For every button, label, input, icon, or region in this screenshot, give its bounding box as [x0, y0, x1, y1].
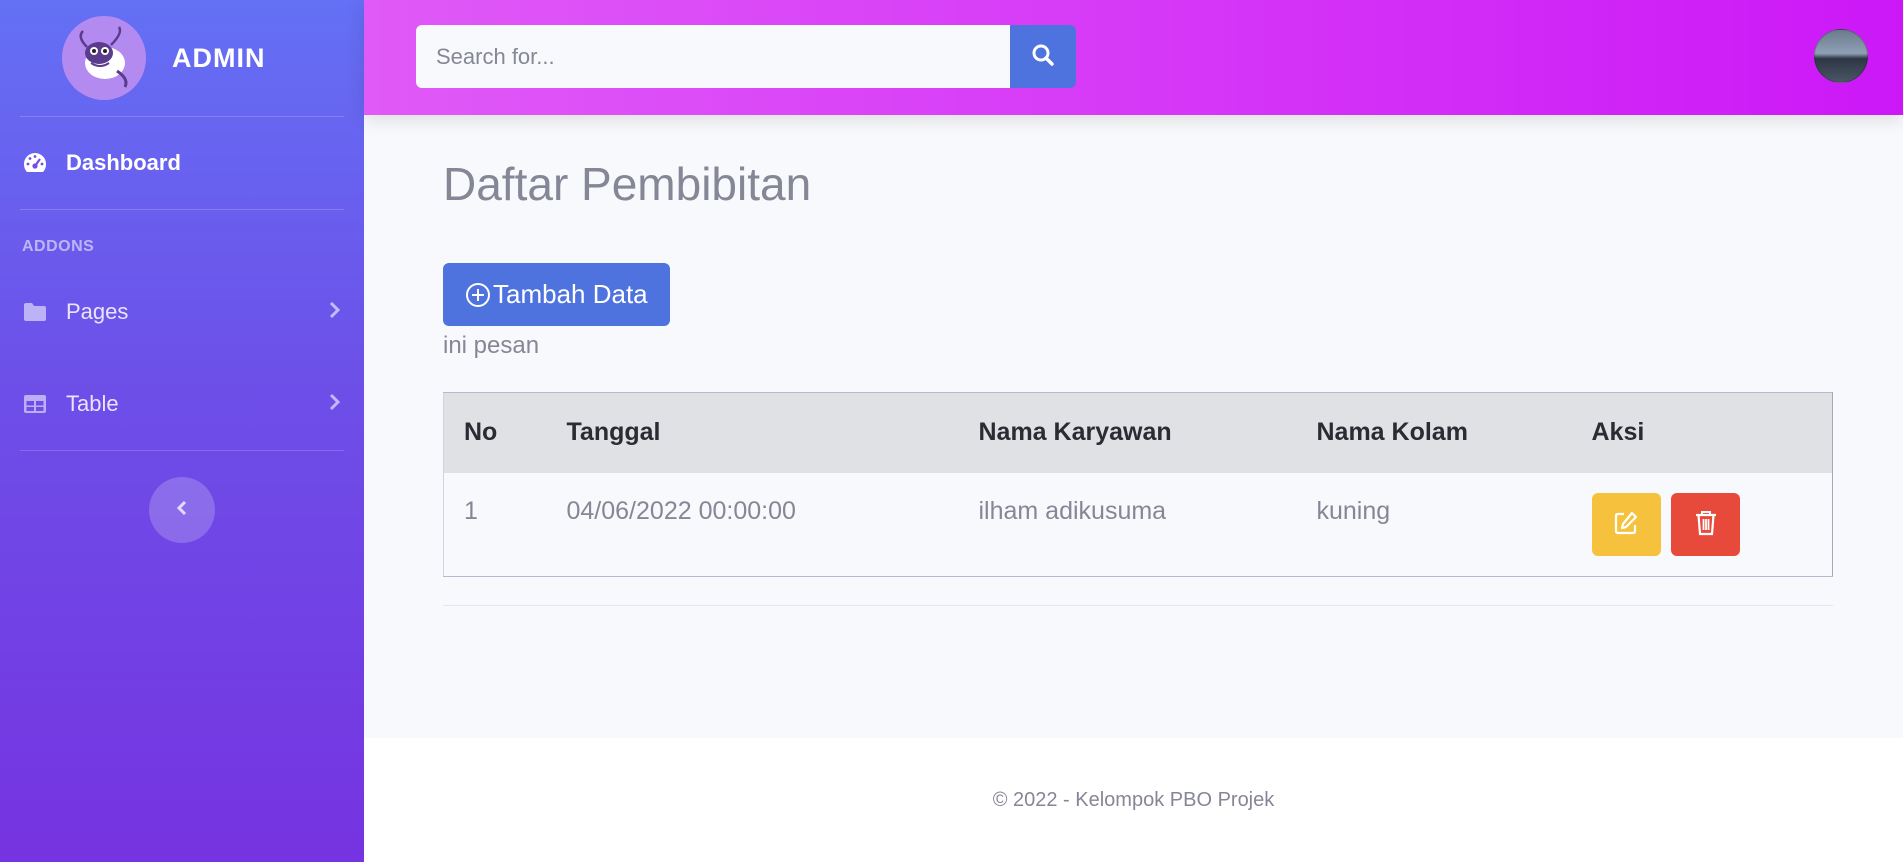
chevron-right-icon — [328, 391, 342, 417]
sidebar-item-table[interactable]: Table — [0, 358, 364, 450]
cell-nama-karyawan: ilham adikusuma — [978, 496, 1167, 525]
folder-icon — [22, 299, 48, 325]
data-table: No Tanggal Nama Karyawan Nama Kolam Aksi… — [443, 392, 1833, 577]
column-header-aksi: Aksi — [1591, 418, 1645, 447]
search-button[interactable] — [1010, 25, 1076, 88]
column-header-nama-karyawan: Nama Karyawan — [978, 418, 1172, 447]
cell-tanggal: 04/06/2022 00:00:00 — [566, 496, 796, 525]
chevron-left-icon — [175, 499, 189, 522]
edit-icon — [1613, 510, 1639, 539]
cell-no: 1 — [464, 496, 478, 525]
sidebar-toggle-button[interactable] — [149, 477, 215, 543]
footer: © 2022 - Kelompok PBO Projek — [364, 738, 1903, 862]
sidebar-brand[interactable]: ADMIN — [0, 0, 364, 116]
column-header-no: No — [464, 418, 498, 447]
add-data-label: Tambah Data — [493, 279, 648, 309]
search-input[interactable] — [416, 25, 1010, 88]
trash-icon — [1694, 510, 1718, 539]
table-row: 1 04/06/2022 00:00:00 ilham adikusuma ku… — [443, 472, 1833, 577]
brand-logo-icon — [62, 16, 146, 100]
cell-nama-kolam: kuning — [1316, 496, 1391, 525]
user-avatar[interactable] — [1814, 29, 1868, 83]
search-bar — [416, 25, 1076, 88]
search-icon — [1031, 43, 1055, 70]
page-title: Daftar Pembibitan — [443, 158, 812, 210]
chevron-right-icon — [328, 299, 342, 325]
footer-copyright: © 2022 - Kelompok PBO Projek — [992, 788, 1275, 811]
delete-button[interactable] — [1671, 492, 1741, 556]
cell-actions — [1572, 473, 1833, 577]
sidebar-divider — [20, 450, 344, 451]
table-icon — [22, 391, 48, 417]
dashboard-gauge-icon — [22, 150, 48, 176]
column-header-nama-kolam: Nama Kolam — [1316, 418, 1468, 447]
edit-button[interactable] — [1591, 492, 1661, 556]
sidebar-item-label: Pages — [66, 299, 129, 324]
plus-circle-icon — [465, 282, 491, 308]
table-header-row: No Tanggal Nama Karyawan Nama Kolam Aksi — [443, 392, 1833, 473]
sidebar-item-dashboard[interactable]: Dashboard — [0, 117, 364, 209]
add-data-button[interactable]: Tambah Data — [443, 263, 670, 326]
content-divider — [443, 605, 1833, 606]
brand-title: ADMIN — [172, 42, 266, 73]
sidebar: ADMIN Dashboard ADDONS Pages Table — [0, 0, 364, 862]
sidebar-item-label: Dashboard — [66, 150, 181, 175]
sidebar-item-pages[interactable]: Pages — [0, 266, 364, 358]
column-header-tanggal: Tanggal — [566, 418, 661, 447]
topbar — [364, 0, 1903, 115]
status-message: ini pesan — [443, 332, 540, 359]
sidebar-section-heading: ADDONS — [22, 238, 95, 255]
sidebar-item-label: Table — [66, 391, 119, 416]
main-content: Daftar Pembibitan Tambah Data ini pesan … — [443, 115, 1833, 606]
